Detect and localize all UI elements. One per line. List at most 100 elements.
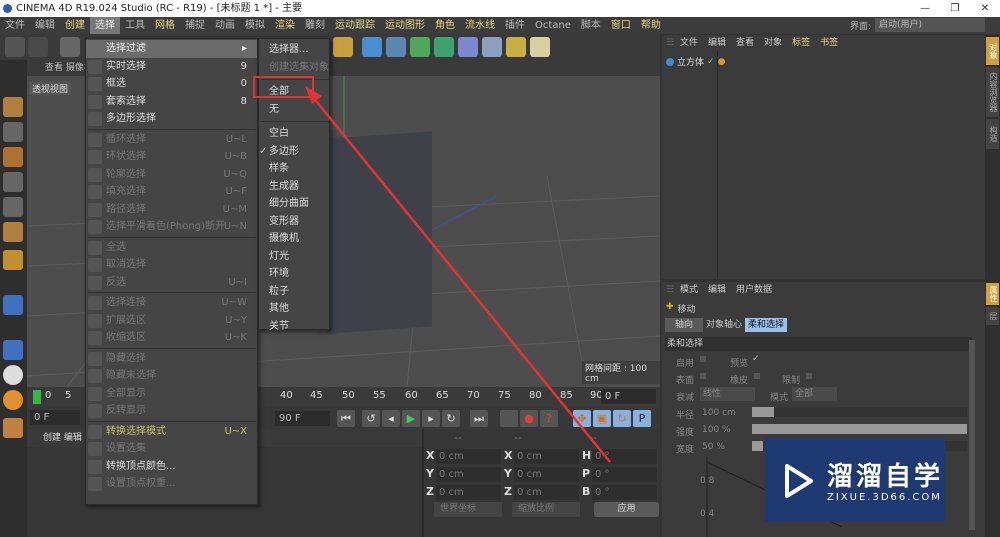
menu-3[interactable]: 选择	[90, 17, 120, 34]
submenu-item[interactable]: 选择器...	[259, 41, 329, 59]
menu-item[interactable]: 套索选择 8	[86, 93, 257, 111]
tab-layers[interactable]: 层	[986, 307, 999, 325]
panel-tab[interactable]: 书签	[820, 35, 838, 51]
submenu-item[interactable]: 样条	[259, 160, 329, 178]
next-frame-button[interactable]: ▸	[422, 410, 440, 427]
submenu-item[interactable]: 摄像机	[259, 230, 329, 248]
next-key-button[interactable]: ↻	[442, 410, 460, 427]
surface-checkbox[interactable]	[700, 373, 706, 379]
menu-17[interactable]: 脚本	[576, 17, 606, 34]
menu-13[interactable]: 角色	[430, 17, 460, 34]
menu-18[interactable]: 窗口	[606, 17, 636, 34]
menu-19[interactable]: 帮助	[636, 17, 666, 34]
undo-button[interactable]	[5, 37, 25, 57]
submenu-item[interactable]: 环境	[259, 265, 329, 283]
points-mode-icon[interactable]	[3, 172, 23, 192]
scale-mode-dropdown[interactable]: 缩放比例	[512, 502, 580, 517]
menu-2[interactable]: 创建	[60, 17, 90, 34]
menu-item[interactable]: 设置选集	[86, 440, 257, 458]
mode-dropdown[interactable]: 全部	[792, 387, 837, 401]
menu-4[interactable]: 工具	[120, 17, 150, 34]
strength-field[interactable]: 100 %	[702, 425, 731, 435]
minimize-button[interactable]: —	[910, 0, 940, 17]
submenu-item[interactable]: ✓ 多边形	[259, 143, 329, 161]
coord-field[interactable]: 0 cm	[514, 467, 579, 482]
render-button[interactable]	[333, 37, 353, 57]
key-move-button[interactable]: ✥	[573, 410, 591, 427]
coord-field[interactable]: 0 °	[592, 467, 657, 482]
restrict-checkbox[interactable]	[806, 373, 812, 379]
menu-15[interactable]: 插件	[500, 17, 530, 34]
menu-item[interactable]: 选择过滤 ▸	[86, 40, 257, 58]
go-end-button[interactable]: ⏭	[470, 410, 488, 427]
record-disabled-button[interactable]	[500, 410, 518, 427]
redo-button[interactable]	[28, 37, 48, 57]
menu-item[interactable]: 设置顶点权重...	[86, 475, 257, 493]
floor-button[interactable]	[482, 37, 502, 57]
strength-slider[interactable]	[752, 424, 967, 434]
magnet-icon[interactable]	[3, 418, 23, 438]
tag-icon[interactable]: ●	[718, 57, 726, 67]
radius-slider[interactable]	[752, 407, 967, 417]
coord-field[interactable]: 0 cm	[436, 449, 501, 464]
menu-item[interactable]: 框选 0	[86, 75, 257, 93]
submenu-item[interactable]: 创建选集对象	[259, 59, 329, 77]
prev-frame-button[interactable]: ◂	[382, 410, 400, 427]
autokey-button[interactable]: ?	[540, 410, 558, 427]
panel-tab[interactable]: 用户数据	[736, 282, 772, 298]
menu-item[interactable]: 隐藏未选择	[86, 367, 257, 385]
deformer-button[interactable]	[458, 37, 478, 57]
subdivision-button[interactable]	[410, 37, 430, 57]
panel-tab[interactable]: 查看	[736, 35, 754, 51]
edges-mode-icon[interactable]	[3, 197, 23, 217]
submenu-item[interactable]: 粒子	[259, 283, 329, 301]
menu-item[interactable]: 多边形选择	[86, 110, 257, 128]
cube-button[interactable]	[362, 37, 382, 57]
tab-content-browser[interactable]: 内容浏览器	[986, 67, 999, 117]
menu-1[interactable]: 编辑	[30, 17, 60, 34]
mouse-icon[interactable]	[3, 340, 23, 360]
menu-item[interactable]: 隐藏选择	[86, 350, 257, 368]
array-button[interactable]	[434, 37, 454, 57]
prev-key-button[interactable]: ↺	[362, 410, 380, 427]
tab-soft-selection[interactable]: 柔和选择	[745, 318, 788, 332]
menu-item[interactable]: 实时选择 9	[86, 58, 257, 76]
tab-axis[interactable]: 轴向	[665, 318, 704, 332]
preview-checkbox[interactable]: ✓	[752, 354, 760, 364]
menu-item[interactable]: 取消选择	[86, 256, 257, 274]
menu-item[interactable]: 反选 U~I	[86, 274, 257, 292]
menu-0[interactable]: 文件	[0, 17, 30, 34]
s-icon[interactable]	[3, 365, 23, 385]
rubber-checkbox[interactable]	[754, 373, 760, 379]
falloff-dropdown[interactable]: 线性	[700, 387, 755, 401]
apply-button[interactable]: 应用	[594, 502, 659, 517]
submenu-item[interactable]: 细分曲面	[259, 195, 329, 213]
panel-tab[interactable]: 对象	[764, 35, 782, 51]
close-button[interactable]: ✕	[970, 0, 1000, 17]
menu-item[interactable]: 转换选择模式 U~X	[86, 423, 257, 441]
menu-9[interactable]: 渲染	[270, 17, 300, 34]
key-scale-button[interactable]: ▣	[593, 410, 611, 427]
menu-12[interactable]: 运动图形	[380, 17, 430, 34]
play-button[interactable]: ▶	[402, 410, 420, 427]
panel-tab[interactable]: 编辑	[708, 35, 726, 51]
menu-item[interactable]: 扩展选区 U~Y	[86, 312, 257, 330]
menu-item[interactable]: 反转显示	[86, 402, 257, 420]
current-frame-field[interactable]: 0 F	[601, 389, 656, 404]
coord-field[interactable]: 0 cm	[436, 467, 501, 482]
cube-object[interactable]	[327, 131, 432, 334]
layout-selector[interactable]: 界面: 启动(用户)	[850, 18, 985, 32]
attr-scrollbar[interactable]	[969, 340, 975, 530]
coord-field[interactable]: 0 cm	[514, 485, 579, 500]
workplane-icon[interactable]	[3, 147, 23, 167]
menu-7[interactable]: 动画	[210, 17, 240, 34]
tab-structure[interactable]: 构造	[986, 119, 999, 149]
menu-item[interactable]: 选择连接 U~W	[86, 294, 257, 312]
menu-6[interactable]: 捕捉	[180, 17, 210, 34]
light-button[interactable]	[530, 37, 550, 57]
menu-item[interactable]: 选择平滑着色(Phong)断开 U~N	[86, 218, 257, 236]
coord-field[interactable]: 0 cm	[514, 449, 579, 464]
width-field[interactable]: 50 %	[702, 442, 725, 452]
panel-tab[interactable]: 模式	[680, 282, 698, 298]
menu-14[interactable]: 流水线	[460, 17, 500, 34]
